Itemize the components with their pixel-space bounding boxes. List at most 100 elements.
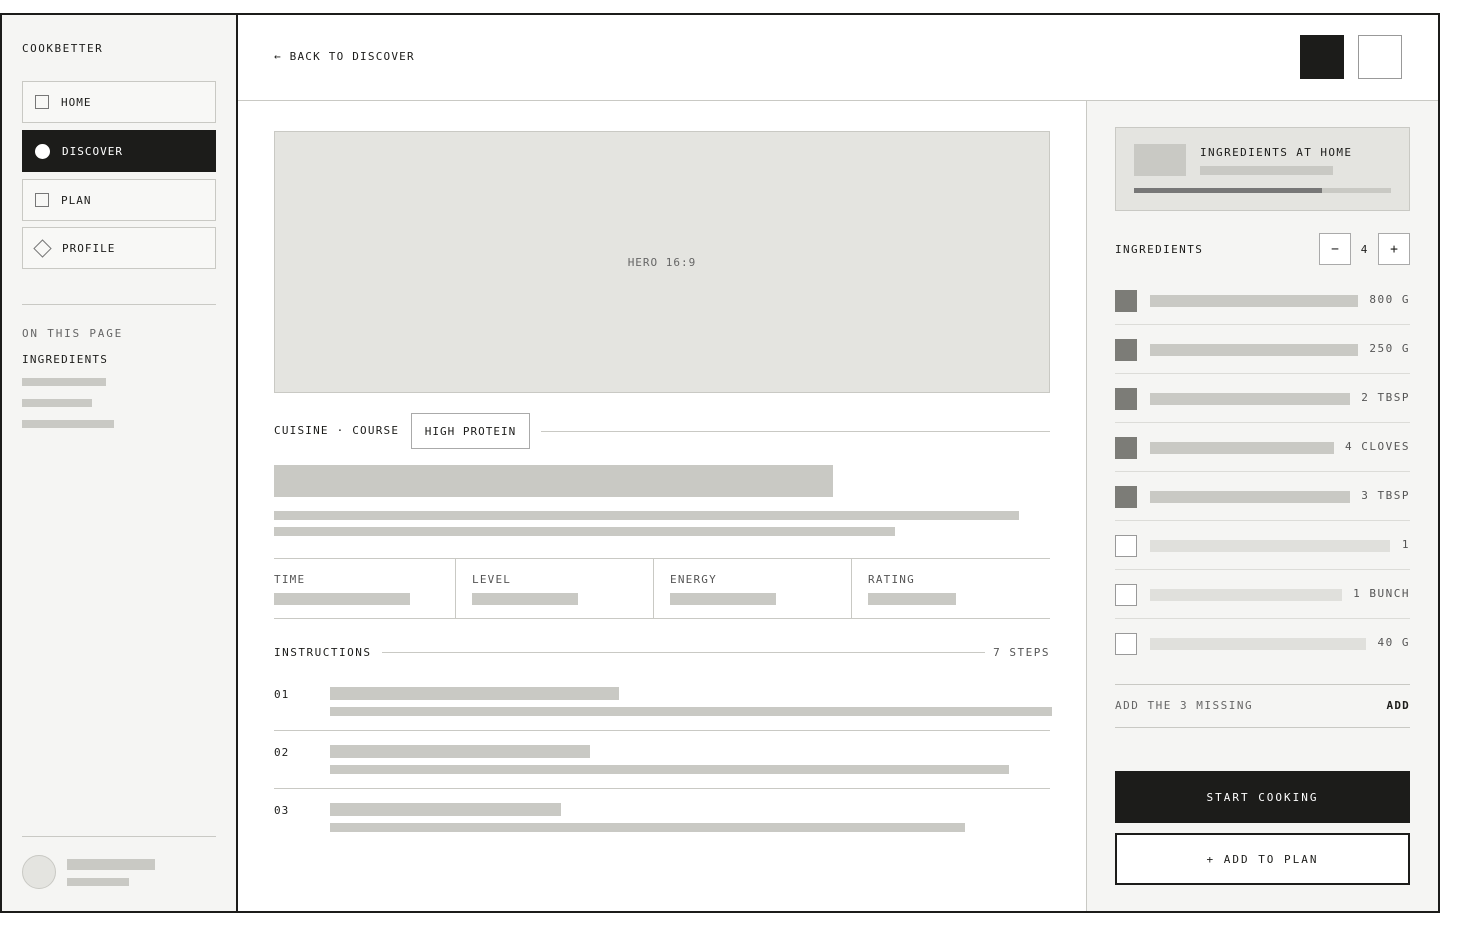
card-title: INGREDIENTS AT HOME <box>1200 146 1353 159</box>
ingredient-swatch <box>1115 290 1137 312</box>
toc-link-placeholder[interactable] <box>22 378 106 386</box>
step-number: 03 <box>274 804 290 817</box>
instructions-heading: INSTRUCTIONS <box>274 646 372 659</box>
stat-value-placeholder <box>472 593 578 605</box>
back-to-discover-link[interactable]: ← BACK TO DISCOVER <box>274 50 415 63</box>
card-thumbnail <box>1134 144 1186 176</box>
ingredient-name-placeholder <box>1150 344 1358 356</box>
ingredient-checkbox[interactable] <box>1115 535 1137 557</box>
hero-image-placeholder: HERO 16:9 <box>274 131 1050 393</box>
nav-item-profile[interactable]: PROFILE <box>22 227 216 269</box>
step-text-placeholder <box>330 765 1009 774</box>
ingredient-name-placeholder <box>1150 638 1366 650</box>
circle-icon <box>35 143 50 159</box>
sidebar-divider <box>22 304 216 305</box>
step-title-placeholder <box>330 803 561 816</box>
user-subtitle-placeholder <box>67 878 129 886</box>
share-button[interactable] <box>1358 35 1402 79</box>
nav-label: DISCOVER <box>62 144 123 158</box>
ingredient-swatch <box>1115 486 1137 508</box>
nav-label: PROFILE <box>62 241 116 255</box>
avatar[interactable] <box>22 855 56 889</box>
ingredient-row[interactable]: 40 G <box>1115 619 1410 668</box>
ingredient-qty: 1 BUNCH <box>1353 587 1410 600</box>
ingredients-panel: INGREDIENTS AT HOME INGREDIENTS − 4 + 80… <box>1086 101 1438 911</box>
ingredient-qty: 2 TBSP <box>1361 391 1410 404</box>
ingredients-heading: INGREDIENTS <box>1115 243 1204 256</box>
ingredient-qty: 40 G <box>1377 636 1410 649</box>
nav-item-home[interactable]: HOME <box>22 81 216 123</box>
toc-link-placeholder[interactable] <box>22 399 92 407</box>
start-cooking-button[interactable]: START COOKING <box>1115 771 1410 823</box>
top-bar: ← BACK TO DISCOVER <box>238 15 1438 101</box>
missing-ingredients-row: ADD THE 3 MISSING ADD <box>1115 684 1410 728</box>
toc-link-ingredients[interactable]: INGREDIENTS <box>22 353 108 366</box>
servings-value: 4 <box>1360 243 1368 256</box>
tag-high-protein[interactable]: HIGH PROTEIN <box>411 413 530 449</box>
user-name-placeholder <box>67 859 155 870</box>
step-title-placeholder <box>330 745 590 758</box>
ingredient-row[interactable]: 1 BUNCH <box>1115 570 1410 619</box>
stat-divider <box>851 559 852 618</box>
brand-logo[interactable]: COOKBETTER <box>22 42 103 55</box>
ingredient-checkbox[interactable] <box>1115 584 1137 606</box>
ingredient-row[interactable]: 2 TBSP <box>1115 374 1410 423</box>
nav-label: PLAN <box>61 193 92 207</box>
ingredient-qty: 3 TBSP <box>1361 489 1410 502</box>
description-line-placeholder <box>274 527 895 536</box>
cuisine-course-meta: CUISINE · COURSE <box>274 424 400 437</box>
stat-divider <box>455 559 456 618</box>
missing-count-text: ADD THE 3 MISSING <box>1115 699 1254 712</box>
ingredient-name-placeholder <box>1150 393 1350 405</box>
square-icon <box>35 193 49 207</box>
step-number: 01 <box>274 688 290 701</box>
ingredient-row[interactable]: 4 CLOVES <box>1115 423 1410 472</box>
toc-link-placeholder[interactable] <box>22 420 114 428</box>
ingredients-at-home-card[interactable]: INGREDIENTS AT HOME <box>1115 127 1410 211</box>
step-number: 02 <box>274 746 290 759</box>
ingredient-swatch <box>1115 388 1137 410</box>
ingredient-row[interactable]: 3 TBSP <box>1115 472 1410 521</box>
servings-decrement-button[interactable]: − <box>1319 233 1351 265</box>
ingredient-row[interactable]: 1 <box>1115 521 1410 570</box>
add-missing-button[interactable]: ADD <box>1387 699 1410 712</box>
home-progress-bar <box>1134 188 1391 193</box>
ingredient-swatch <box>1115 339 1137 361</box>
nav-item-plan[interactable]: PLAN <box>22 179 216 221</box>
ingredient-qty: 4 CLOVES <box>1345 440 1410 453</box>
description-line-placeholder <box>274 511 1019 520</box>
save-button[interactable] <box>1300 35 1344 79</box>
ingredient-name-placeholder <box>1150 589 1342 601</box>
stat-value-placeholder <box>868 593 956 605</box>
recipe-title-placeholder <box>274 465 833 497</box>
step-title-placeholder <box>330 687 619 700</box>
ingredient-name-placeholder <box>1150 442 1334 454</box>
ingredient-row[interactable]: 800 G <box>1115 276 1410 325</box>
stat-label: LEVEL <box>472 573 512 586</box>
hero-label: HERO 16:9 <box>627 255 697 269</box>
diamond-icon <box>33 238 52 258</box>
step-text-placeholder <box>330 707 1052 716</box>
ingredient-checkbox[interactable] <box>1115 633 1137 655</box>
step-text-placeholder <box>330 823 965 832</box>
stat-rating: RATING <box>868 559 1048 618</box>
add-to-plan-button[interactable]: + ADD TO PLAN <box>1115 833 1410 885</box>
ingredient-swatch <box>1115 437 1137 459</box>
stat-label: ENERGY <box>670 573 717 586</box>
instructions-rule <box>382 652 985 653</box>
steps-count: 7 STEPS <box>993 646 1050 659</box>
stat-energy: ENERGY <box>670 559 850 618</box>
ingredient-name-placeholder <box>1150 295 1358 307</box>
meta-rule <box>541 431 1050 432</box>
nav-label: HOME <box>61 95 92 109</box>
servings-increment-button[interactable]: + <box>1378 233 1410 265</box>
ingredient-row[interactable]: 250 G <box>1115 325 1410 374</box>
step-divider <box>274 788 1050 789</box>
stat-time: TIME <box>274 559 455 618</box>
ingredient-name-placeholder <box>1150 491 1350 503</box>
nav-item-discover[interactable]: DISCOVER <box>22 130 216 172</box>
ingredient-name-placeholder <box>1150 540 1390 552</box>
square-icon <box>35 95 49 109</box>
step-divider <box>274 730 1050 731</box>
recipe-main: HERO 16:9 CUISINE · COURSE HIGH PROTEIN … <box>238 101 1086 911</box>
